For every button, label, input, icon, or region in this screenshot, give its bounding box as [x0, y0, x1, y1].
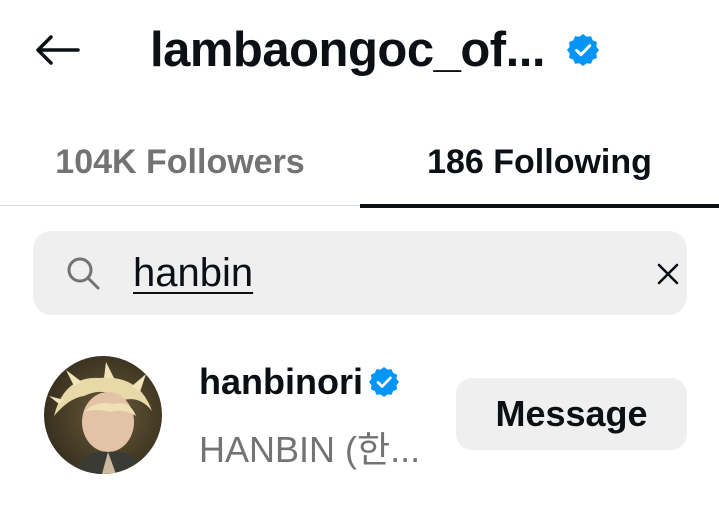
- list-item[interactable]: hanbinori HANBIN (한... Message: [0, 345, 719, 485]
- header: lambaongoc_of...: [0, 0, 719, 100]
- close-icon: [657, 263, 679, 285]
- search-icon: [67, 257, 100, 290]
- username[interactable]: hanbinori: [199, 361, 363, 403]
- profile-photo: [44, 356, 162, 474]
- message-button[interactable]: Message: [456, 378, 687, 450]
- back-button[interactable]: [30, 26, 84, 74]
- avatar[interactable]: [44, 356, 162, 474]
- title-group: lambaongoc_of...: [150, 18, 599, 82]
- clear-search-button[interactable]: [653, 259, 683, 289]
- follow-tabs: 104K Followers 186 Following: [0, 118, 719, 208]
- tab-following[interactable]: 186 Following: [360, 118, 719, 208]
- arrow-left-icon: [36, 35, 80, 65]
- verified-badge-icon: [369, 367, 399, 397]
- following-screen: lambaongoc_of... 104K Followers 186 Foll…: [0, 0, 719, 527]
- search-input[interactable]: hanbin: [133, 243, 593, 303]
- full-name: HANBIN (한...: [199, 429, 421, 470]
- search-bar: hanbin: [33, 231, 687, 315]
- verified-badge-icon: [566, 34, 599, 66]
- page-title: lambaongoc_of...: [150, 23, 545, 77]
- tab-followers[interactable]: 104K Followers: [0, 118, 360, 206]
- username-group: hanbinori: [199, 361, 399, 403]
